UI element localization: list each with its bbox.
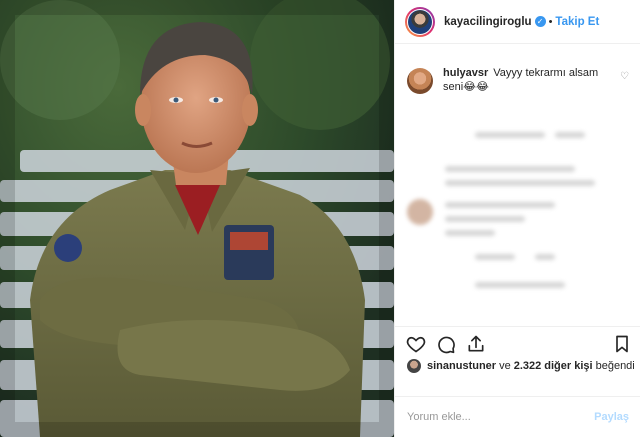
post-photo[interactable]: [0, 0, 394, 437]
liker-avatar: [407, 359, 421, 373]
add-comment-bar: Paylaş: [395, 396, 640, 437]
like-button[interactable]: [405, 333, 427, 355]
likes-summary[interactable]: sinanustuner ve 2.322 diğer kişi beğendi: [407, 357, 638, 375]
separator-dot: •: [548, 15, 553, 28]
comment-body: hulyavsr Vayyy tekrarmı alsam seni😂😂: [443, 66, 613, 94]
save-button[interactable]: [611, 333, 633, 355]
author-username[interactable]: kayacilingiroglu: [444, 16, 532, 28]
verified-badge-icon: ✓: [534, 16, 546, 27]
author-avatar[interactable]: [405, 6, 435, 37]
follow-button[interactable]: Takip Et: [555, 16, 599, 28]
likes-connector: ve: [499, 360, 511, 372]
comment-like-heart-icon[interactable]: ♡: [620, 71, 629, 82]
blurred-comments: [405, 104, 631, 324]
share-button[interactable]: [465, 333, 487, 355]
share-icon: [468, 335, 484, 352]
comment-button[interactable]: [435, 333, 457, 355]
liker-username[interactable]: sinanustuner: [427, 360, 496, 372]
comment-input[interactable]: [407, 411, 595, 423]
commenter-username[interactable]: hulyavsr: [443, 67, 488, 79]
comments-list[interactable]: hulyavsr Vayyy tekrarmı alsam seni😂😂 ♡: [395, 44, 640, 326]
likes-count[interactable]: 2.322 diğer kişi: [514, 360, 593, 372]
likes-suffix: beğendi: [595, 360, 635, 372]
commenter-avatar[interactable]: [407, 68, 433, 94]
bookmark-icon: [616, 335, 628, 353]
comment-icon: [438, 336, 455, 354]
post-comment-button[interactable]: Paylaş: [594, 411, 629, 423]
post-side-panel: kayacilingiroglu ✓ • Takip Et hulyavsr Va…: [394, 0, 640, 437]
post-header: kayacilingiroglu ✓ • Takip Et: [395, 0, 640, 44]
heart-icon: [406, 336, 426, 353]
comment-item: hulyavsr Vayyy tekrarmı alsam seni😂😂: [407, 66, 633, 94]
portrait-photo-art: [0, 0, 394, 437]
post-actions-bar: [395, 326, 640, 356]
